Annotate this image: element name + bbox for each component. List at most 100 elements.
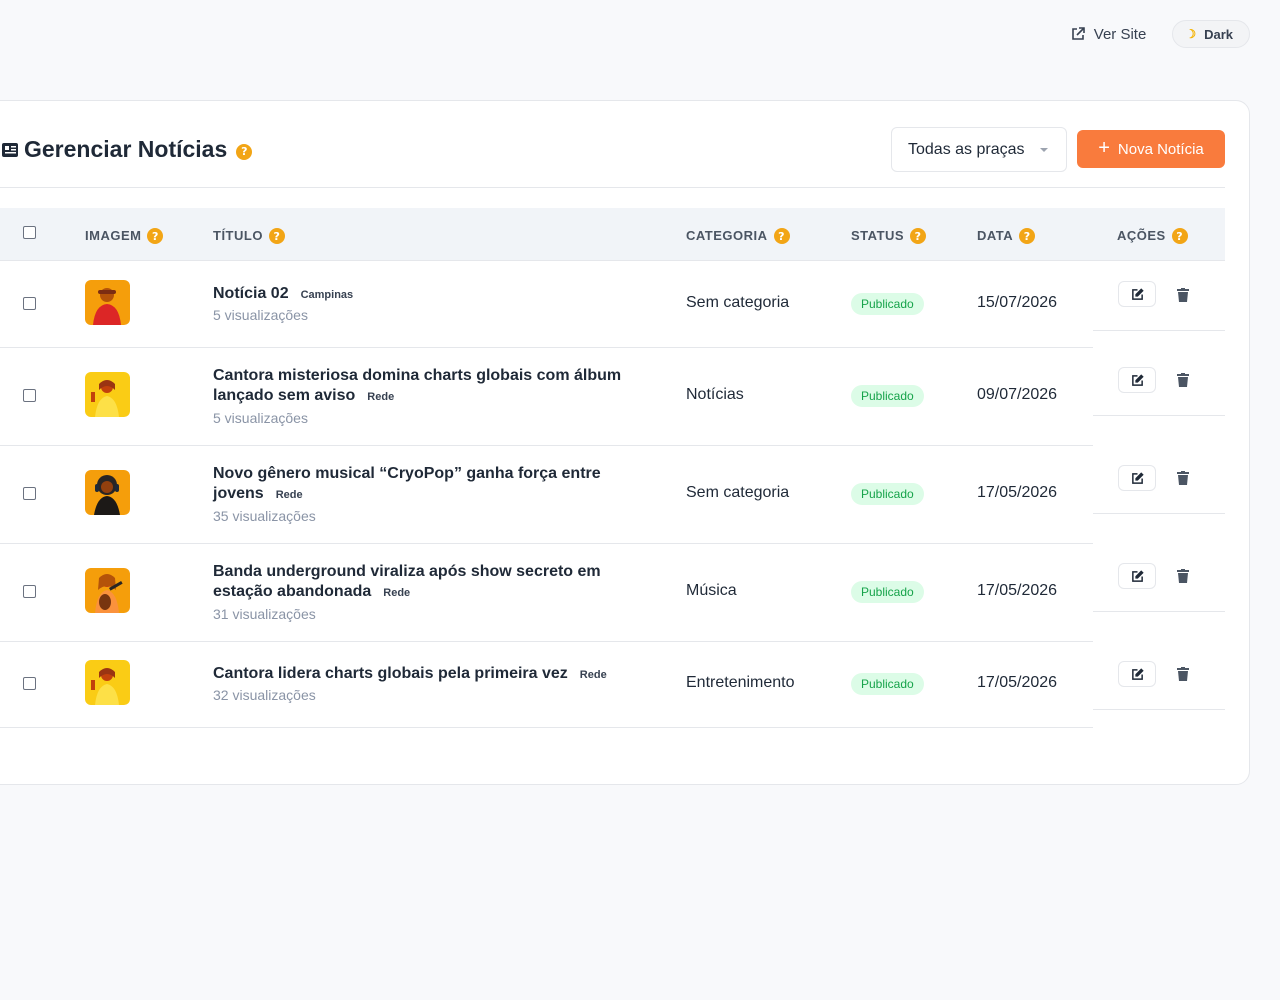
news-title-text: Cantora lidera charts globais pela prime… xyxy=(213,665,568,682)
actions-divider xyxy=(1093,415,1225,416)
help-icon[interactable]: ? xyxy=(773,228,790,244)
delete-button[interactable] xyxy=(1174,566,1192,586)
row-checkbox[interactable] xyxy=(23,677,36,690)
views-count: 31 visualizações xyxy=(213,606,316,622)
col-label: CATEGORIA xyxy=(686,227,768,243)
page-title: Gerenciar Notícias xyxy=(24,136,228,162)
trash-icon xyxy=(1177,471,1189,485)
news-thumbnail xyxy=(85,280,130,325)
help-icon[interactable]: ? xyxy=(910,228,927,244)
table-header: IMAGEM ? TÍTULO ? CATEGORIA ? STATUS ? D… xyxy=(0,208,1225,261)
table-row: Novo gênero musical “CryoPop” ganha forç… xyxy=(0,445,1225,544)
date: 17/05/2026 xyxy=(977,582,1058,599)
status-badge: Publicado xyxy=(851,293,924,315)
edit-icon xyxy=(1131,667,1144,680)
new-news-label: Nova Notícia xyxy=(1117,140,1204,158)
actions-divider xyxy=(1093,513,1225,514)
news-title[interactable]: Cantora misteriosa domina charts globais… xyxy=(213,366,653,407)
category: Entretenimento xyxy=(686,674,795,691)
table-row: Notícia 02 Campinas 5 visualizações Sem c… xyxy=(0,261,1225,348)
news-title-text: Notícia 02 xyxy=(213,285,289,302)
col-header-titulo: TÍTULO ? xyxy=(213,226,285,244)
status-badge: Publicado xyxy=(851,673,924,695)
ver-site-label: Ver Site xyxy=(1093,25,1147,43)
row-checkbox[interactable] xyxy=(23,389,36,402)
category: Música xyxy=(686,582,737,599)
edit-icon xyxy=(1131,471,1144,484)
trash-icon xyxy=(1177,373,1189,387)
news-title[interactable]: Notícia 02 Campinas xyxy=(213,284,653,305)
news-title[interactable]: Novo gênero musical “CryoPop” ganha forç… xyxy=(213,464,653,505)
dark-mode-toggle[interactable]: ☽ Dark xyxy=(1172,20,1250,48)
col-label: TÍTULO xyxy=(213,227,263,243)
chevron-down-icon xyxy=(1040,148,1048,152)
status-badge: Publicado xyxy=(851,385,924,407)
praca-filter-select[interactable]: Todas as praças xyxy=(891,127,1067,172)
delete-button[interactable] xyxy=(1174,664,1192,684)
delete-button[interactable] xyxy=(1174,468,1192,488)
praca-filter-value: Todas as praças xyxy=(908,140,1025,158)
region-tag: Rede xyxy=(275,489,303,501)
trash-icon xyxy=(1177,288,1189,302)
edit-button[interactable] xyxy=(1118,465,1156,491)
col-label: STATUS xyxy=(851,227,905,243)
col-header-acoes: AÇÕES ? xyxy=(1117,226,1188,244)
trash-icon xyxy=(1177,667,1189,681)
col-label: IMAGEM xyxy=(85,227,142,243)
category: Sem categoria xyxy=(686,484,790,501)
region-tag: Rede xyxy=(383,587,411,599)
row-checkbox[interactable] xyxy=(23,487,36,500)
help-icon[interactable]: ? xyxy=(147,228,164,244)
status-badge: Publicado xyxy=(851,483,924,505)
region-tag: Rede xyxy=(579,669,607,681)
external-link-icon xyxy=(1071,27,1085,40)
ver-site-link[interactable]: Ver Site xyxy=(1070,25,1147,43)
edit-icon xyxy=(1131,373,1144,386)
date: 09/07/2026 xyxy=(977,386,1058,403)
table-row: Cantora misteriosa domina charts globais… xyxy=(0,347,1225,446)
edit-icon xyxy=(1131,569,1144,582)
actions-divider xyxy=(1093,330,1225,331)
title-help-icon[interactable]: ? xyxy=(236,143,253,160)
news-title-text: Cantora misteriosa domina charts globais… xyxy=(213,367,622,404)
edit-button[interactable] xyxy=(1118,367,1156,393)
date: 15/07/2026 xyxy=(977,294,1058,311)
help-icon[interactable]: ? xyxy=(268,228,285,244)
date: 17/05/2026 xyxy=(977,484,1058,501)
row-checkbox[interactable] xyxy=(23,297,36,310)
plus-icon: + xyxy=(1098,137,1110,159)
views-count: 5 visualizações xyxy=(213,410,308,426)
news-thumbnail xyxy=(85,470,130,515)
news-card: Gerenciar Notícias ? Todas as praças + N… xyxy=(0,100,1250,785)
delete-button[interactable] xyxy=(1174,370,1192,390)
new-news-button[interactable]: + Nova Notícia xyxy=(1077,130,1225,168)
edit-button[interactable] xyxy=(1118,281,1156,307)
status-badge: Publicado xyxy=(851,581,924,603)
topbar: Ver Site ☽ Dark xyxy=(1070,20,1250,48)
col-header-data: DATA ? xyxy=(977,226,1036,244)
help-icon[interactable]: ? xyxy=(1019,228,1036,244)
row-checkbox[interactable] xyxy=(23,585,36,598)
news-thumbnail xyxy=(85,372,130,417)
region-tag: Rede xyxy=(367,391,395,403)
category: Sem categoria xyxy=(686,294,790,311)
table-row: Cantora lidera charts globais pela prime… xyxy=(0,641,1225,728)
help-icon[interactable]: ? xyxy=(1171,228,1188,244)
trash-icon xyxy=(1177,569,1189,583)
news-title[interactable]: Cantora lidera charts globais pela prime… xyxy=(213,664,653,685)
news-thumbnail xyxy=(85,568,130,613)
select-all-checkbox[interactable] xyxy=(23,226,36,239)
edit-button[interactable] xyxy=(1118,661,1156,687)
views-count: 35 visualizações xyxy=(213,508,316,524)
delete-button[interactable] xyxy=(1174,285,1192,305)
col-header-imagem: IMAGEM ? xyxy=(85,226,164,244)
dark-mode-label: Dark xyxy=(1204,26,1233,42)
col-label: DATA xyxy=(977,227,1014,243)
newspaper-icon xyxy=(2,142,18,157)
edit-button[interactable] xyxy=(1118,563,1156,589)
news-title-text: Novo gênero musical “CryoPop” ganha forç… xyxy=(213,465,601,502)
actions-divider xyxy=(1093,611,1225,612)
region-tag: Campinas xyxy=(300,289,354,301)
date: 17/05/2026 xyxy=(977,674,1058,691)
news-title[interactable]: Banda underground viraliza após show sec… xyxy=(213,562,653,603)
